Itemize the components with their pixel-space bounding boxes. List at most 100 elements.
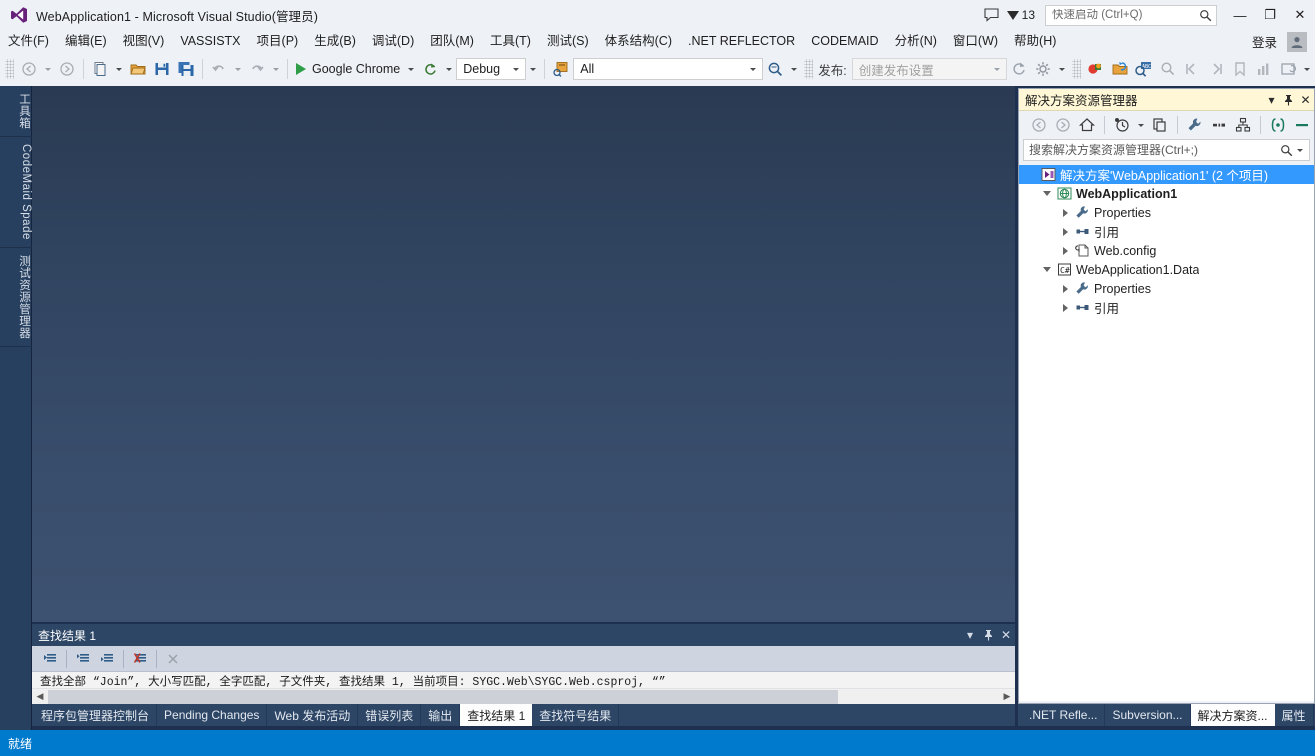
menu-item-help[interactable]: 帮助(H) [1006,30,1064,53]
menu-item-build[interactable]: 生成(B) [306,30,364,53]
menu-item-debug[interactable]: 调试(D) [364,30,422,53]
start-debugging-dropdown-icon[interactable] [408,67,415,71]
search-magnifier-icon[interactable] [1280,144,1293,157]
next-location-icon[interactable] [95,648,119,670]
menu-item-project[interactable]: 项目(P) [249,30,307,53]
toolbar-grip[interactable] [804,59,814,79]
menu-item-view[interactable]: 视图(V) [115,30,173,53]
solution-explorer-search-input[interactable] [1029,143,1280,157]
clear-all-icon[interactable] [128,648,152,670]
menu-item-analyze[interactable]: 分析(N) [887,30,945,53]
solution-configuration-combo[interactable]: Debug [456,58,527,80]
find-results-horizontal-scrollbar[interactable]: ◀ ▶ [32,688,1015,705]
feedback-bubble-icon[interactable] [979,2,1005,28]
chevron-down-icon[interactable] [746,67,760,71]
tab-solution-explorer[interactable]: 解决方案资... [1190,704,1275,726]
menu-item-file[interactable]: 文件(F) [0,30,57,53]
close-icon[interactable]: ✕ [997,625,1015,645]
tree-item-solution[interactable]: 解决方案'WebApplication1' (2 个项目) [1019,165,1314,184]
navigate-back-icon[interactable] [17,57,41,81]
tab-output[interactable]: 输出 [421,704,461,726]
save-all-icon[interactable] [174,57,198,81]
tree-item-webapplication1[interactable]: WebApplication1 [1019,184,1314,203]
menu-item-edit[interactable]: 编辑(E) [57,30,115,53]
preview-selected-items-icon[interactable] [1266,114,1290,136]
chevron-down-icon[interactable]: ▾ [1263,90,1280,110]
tree-expander-expand-icon[interactable] [1057,246,1073,255]
object-browser-icon[interactable]: ABC [1132,57,1156,81]
tab-pending-changes[interactable]: Pending Changes [157,704,268,726]
tab-web-publish-activity[interactable]: Web 发布活动 [267,704,359,726]
close-button[interactable]: ✕ [1285,0,1315,30]
tree-expander-expand-icon[interactable] [1057,208,1073,217]
tab-package-manager-console[interactable]: 程序包管理器控制台 [34,704,158,726]
scroll-right-icon[interactable]: ▶ [999,689,1015,705]
class-view-icon[interactable] [1231,114,1255,136]
tree-expander-expand-icon[interactable] [1057,284,1073,293]
quick-find-icon[interactable] [763,57,787,81]
cancel-icon[interactable] [161,648,185,670]
chevron-down-icon[interactable] [990,67,1004,71]
maximize-button[interactable]: ❐ [1255,0,1285,30]
toolbar-overflow-icon[interactable] [530,67,537,71]
sync-with-active-document-icon[interactable] [1148,114,1172,136]
chevron-down-icon[interactable] [509,67,523,71]
tab-find-results-1[interactable]: 查找结果 1 [460,704,533,726]
find-dropdown-icon[interactable] [791,67,798,71]
undo-icon[interactable] [207,57,231,81]
gear-settings-icon[interactable] [1031,57,1055,81]
toolbar-overflow-icon[interactable] [1058,67,1065,71]
start-debugging-button[interactable]: Google Chrome [292,57,404,81]
breakpoint-icon[interactable] [1084,57,1108,81]
menu-item-vassistx[interactable]: VASSISTX [172,30,248,53]
redo-icon[interactable] [245,57,269,81]
scrollbar-thumb[interactable] [48,689,838,704]
sidebar-tab-test-explorer[interactable]: 测试资源管理器 [0,248,32,347]
sync-icon[interactable] [1007,57,1031,81]
tree-expander-collapse-icon[interactable] [1039,267,1055,272]
quick-launch-input[interactable] [1052,9,1199,21]
quick-launch-box[interactable] [1045,4,1217,26]
sidebar-tab-toolbox[interactable]: 工具箱 [0,86,32,137]
navigate-back-dropdown-icon[interactable] [45,67,51,71]
close-icon[interactable]: ✕ [1297,90,1314,110]
undo-dropdown-icon[interactable] [235,67,241,71]
toolbar-grip[interactable] [1071,59,1081,79]
zoom-icon[interactable] [1156,57,1180,81]
tree-item-properties[interactable]: Properties [1019,279,1314,298]
bookmark-icon[interactable] [1228,57,1252,81]
reflector-icon[interactable] [1108,57,1132,81]
menu-item-test[interactable]: 测试(S) [539,30,597,53]
tab-find-symbol-results[interactable]: 查找符号结果 [532,704,620,726]
menu-item-codemaid[interactable]: CODEMAID [803,30,886,53]
tree-item-properties[interactable]: Properties [1019,203,1314,222]
tab-net-reflector[interactable]: .NET Refle... [1022,704,1106,726]
scrollbar-track[interactable] [48,688,999,705]
menu-item-tools[interactable]: 工具(T) [482,30,539,53]
tab-properties[interactable]: 属性 [1275,704,1314,726]
toolbar-overflow-icon[interactable] [1303,67,1310,71]
properties-wrench-icon[interactable] [1183,114,1207,136]
back-icon[interactable] [1027,114,1051,136]
find-combo[interactable]: All [573,58,764,80]
new-project-icon[interactable] [88,57,112,81]
chevron-down-icon[interactable] [1297,148,1303,152]
tab-subversion[interactable]: Subversion... [1105,704,1191,726]
pin-icon[interactable] [1280,90,1297,110]
sidebar-tab-codemaid-spade[interactable]: CodeMaid Spade [0,137,32,248]
tree-item-webapplication1-data[interactable]: C# WebApplication1.Data [1019,260,1314,279]
toolbar-grip[interactable] [5,59,14,79]
tree-expander-collapse-icon[interactable] [1039,191,1055,196]
find-in-files-icon[interactable] [549,57,573,81]
navigate-forward-icon[interactable] [55,57,79,81]
search-magnifier-icon[interactable] [1199,9,1212,22]
tree-item-references[interactable]: 引用 [1019,222,1314,241]
chevron-down-icon[interactable]: ▾ [961,625,979,645]
forward-icon[interactable] [1051,114,1075,136]
tree-item-references[interactable]: 引用 [1019,298,1314,317]
new-project-dropdown-icon[interactable] [116,67,122,71]
go-to-location-icon[interactable] [38,648,62,670]
notification-indicator[interactable]: 13 [1006,8,1035,22]
save-icon[interactable] [150,57,174,81]
tree-expander-expand-icon[interactable] [1057,227,1073,236]
